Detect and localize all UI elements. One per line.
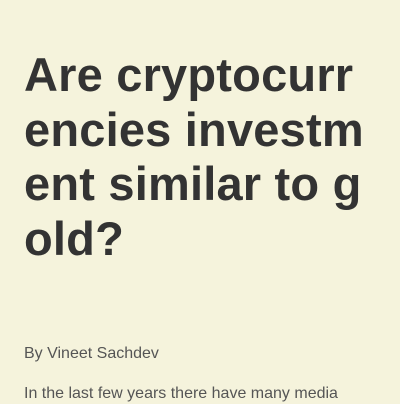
article-title: Are cryptocurrencies investment similar …: [24, 48, 364, 265]
article-byline: By Vineet Sachdev: [24, 345, 159, 362]
article-page: Are cryptocurrencies investment similar …: [0, 0, 400, 402]
article-intro-paragraph: In the last few years there have many me…: [24, 385, 338, 402]
